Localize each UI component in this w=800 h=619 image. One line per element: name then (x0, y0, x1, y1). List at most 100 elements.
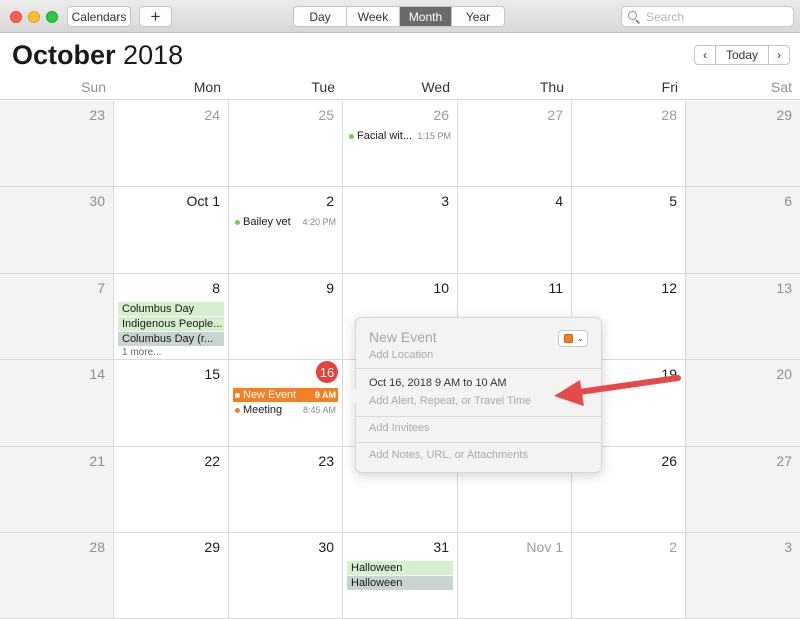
day-cell[interactable]: 27 (686, 447, 800, 533)
day-number: 3 (441, 193, 449, 209)
day-cell[interactable]: 3 (686, 533, 800, 619)
day-cell[interactable]: 30 (0, 187, 114, 274)
view-switcher: Day Week Month Year (293, 6, 505, 27)
divider (356, 368, 601, 369)
day-cell[interactable]: 5 (572, 187, 686, 274)
all-day-event[interactable]: Halloween (347, 576, 453, 590)
day-cell[interactable]: 28 (572, 101, 686, 187)
timed-event[interactable]: Meeting 8:45 AM (233, 403, 338, 417)
calendars-button[interactable]: Calendars (67, 6, 131, 27)
day-number: 12 (661, 280, 677, 296)
day-cell[interactable]: 22 (114, 447, 229, 533)
event-name: Columbus Day (r... (122, 333, 214, 345)
search-icon (628, 10, 641, 24)
day-cell[interactable]: Oct 1 (114, 187, 229, 274)
day-cell[interactable]: 14 (0, 360, 114, 447)
event-invitees-field[interactable]: Add Invitees (369, 422, 430, 434)
day-cell[interactable]: 15 (114, 360, 229, 447)
day-number: 15 (204, 366, 220, 382)
day-cell[interactable]: 16 New Event 9 AM Meeting 8:45 AM (229, 360, 343, 447)
weekday-label: Sun (81, 79, 106, 95)
day-cell[interactable]: 2 (572, 533, 686, 619)
search-field[interactable] (621, 6, 794, 27)
next-month-button[interactable]: › (768, 45, 790, 65)
day-cell[interactable]: 21 (0, 447, 114, 533)
view-day-button[interactable]: Day (294, 7, 347, 26)
timed-event[interactable]: Bailey vet 4:20 PM (233, 215, 338, 229)
add-event-button[interactable]: + (139, 6, 172, 27)
day-cell[interactable]: 3 (343, 187, 458, 274)
event-time: 1:15 PM (417, 131, 451, 141)
day-cell[interactable]: 4 (458, 187, 572, 274)
day-number: 7 (97, 280, 105, 296)
day-cell[interactable]: 8 Columbus Day Indigenous People... Columbu… (114, 274, 229, 360)
day-cell[interactable]: 9 (229, 274, 343, 360)
all-day-event[interactable]: Columbus Day (118, 302, 224, 316)
day-number: 22 (204, 453, 220, 469)
calendar-color-swatch (564, 334, 573, 343)
event-time: 8:45 AM (302, 405, 336, 415)
new-event-popover: New Event Add Location ⌄ Oct 16, 2018 9 … (348, 317, 602, 473)
day-cell[interactable]: 20 (686, 360, 800, 447)
all-day-event[interactable]: Columbus Day (r... (118, 332, 224, 346)
view-year-button[interactable]: Year (452, 7, 504, 26)
selected-event[interactable]: New Event 9 AM (233, 388, 338, 402)
all-day-event[interactable]: Indigenous People... (118, 317, 224, 331)
all-day-event[interactable]: Halloween (347, 561, 453, 575)
more-events-link[interactable]: 1 more... (118, 347, 224, 359)
day-cell[interactable]: 26 Facial wit... 1:15 PM (343, 101, 458, 187)
search-input[interactable] (646, 9, 786, 24)
day-number: 30 (89, 193, 105, 209)
day-cell[interactable]: 24 (114, 101, 229, 187)
event-name: Columbus Day (122, 303, 195, 315)
title-year: 2018 (123, 40, 184, 70)
day-cell[interactable]: 25 (229, 101, 343, 187)
day-cell[interactable]: 2 Bailey vet 4:20 PM (229, 187, 343, 274)
day-cell[interactable]: 28 (0, 533, 114, 619)
day-number: 2 (326, 193, 334, 209)
event-time: 4:20 PM (302, 217, 336, 227)
previous-month-button[interactable]: ‹ (694, 45, 716, 65)
day-number: 20 (776, 366, 792, 382)
timed-event[interactable]: Facial wit... 1:15 PM (347, 129, 453, 143)
event-location-field[interactable]: Add Location (369, 349, 433, 361)
calendar-color-picker[interactable]: ⌄ (558, 330, 588, 347)
month-navigation: ‹ Today › (694, 45, 790, 65)
day-number: 2 (669, 539, 677, 555)
event-title-field[interactable]: New Event (369, 329, 437, 345)
event-alert-field[interactable]: Add Alert, Repeat, or Travel Time (369, 395, 531, 407)
minimize-window-button[interactable] (28, 11, 40, 23)
day-events: Columbus Day Indigenous People... Columbus… (118, 302, 224, 359)
view-month-button[interactable]: Month (400, 7, 452, 26)
event-notes-field[interactable]: Add Notes, URL, or Attachments (369, 449, 528, 461)
day-cell[interactable]: 27 (458, 101, 572, 187)
weekday-label: Sat (770, 79, 792, 95)
day-cell[interactable]: 7 (0, 274, 114, 360)
maximize-window-button[interactable] (46, 11, 58, 23)
day-number: 3 (784, 539, 792, 555)
event-name: Indigenous People... (122, 318, 223, 330)
popover-arrow (348, 388, 356, 404)
day-cell[interactable]: 30 (229, 533, 343, 619)
event-datetime-field[interactable]: Oct 16, 2018 9 AM to 10 AM (369, 377, 507, 389)
event-dot-icon (235, 220, 240, 225)
day-cell[interactable]: 23 (0, 101, 114, 187)
day-number: 23 (318, 453, 334, 469)
event-time: 9 AM (314, 390, 336, 400)
day-number: 28 (89, 539, 105, 555)
day-cell[interactable]: 31 Halloween Halloween (343, 533, 458, 619)
view-week-button[interactable]: Week (347, 7, 400, 26)
day-cell[interactable]: 29 (114, 533, 229, 619)
day-cell[interactable]: 13 (686, 274, 800, 360)
today-indicator: 16 (316, 361, 338, 383)
day-number: 6 (784, 193, 792, 209)
day-cell[interactable]: 29 (686, 101, 800, 187)
day-cell[interactable]: Nov 1 (458, 533, 572, 619)
day-cell[interactable]: 23 (229, 447, 343, 533)
close-window-button[interactable] (10, 11, 22, 23)
page-title: October 2018 (12, 40, 183, 71)
event-name: Bailey vet (243, 216, 291, 228)
today-button[interactable]: Today (716, 45, 768, 65)
title-month: October (12, 40, 116, 70)
day-cell[interactable]: 6 (686, 187, 800, 274)
